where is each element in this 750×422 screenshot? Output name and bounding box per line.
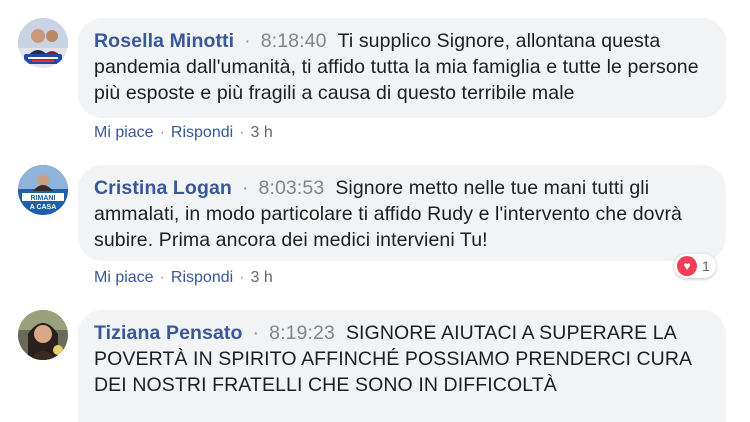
comment-age[interactable]: 3 h xyxy=(251,269,273,286)
top-edge xyxy=(0,0,750,6)
comment-age[interactable]: 3 h xyxy=(251,124,273,141)
reaction-count: 1 xyxy=(702,258,710,274)
comment-author[interactable]: Rosella Minotti xyxy=(94,30,234,52)
avatar-caption: A CASA xyxy=(30,204,57,211)
separator: · xyxy=(252,322,260,344)
heart-icon: ♥ xyxy=(677,256,697,276)
separator: · xyxy=(159,124,165,141)
comment-author[interactable]: Tiziana Pensato xyxy=(94,322,243,344)
separator: · xyxy=(239,124,245,141)
comment-bubble: Cristina Logan · 8:03:53 Signore metto nel… xyxy=(78,165,726,261)
separator: · xyxy=(244,30,251,52)
comment-time: 8:03:53 xyxy=(258,177,325,199)
comment-actions: Mi piace · Rispondi · 3 h xyxy=(94,124,273,142)
comment-actions: Mi piace · Rispondi · 3 h xyxy=(94,269,273,287)
comment-bubble: Rosella Minotti · 8:18:40 Ti supplico Sign… xyxy=(78,18,726,118)
comment-author[interactable]: Cristina Logan xyxy=(94,177,232,199)
comment-time: 8:19:23 xyxy=(269,322,335,344)
comment-time: 8:18:40 xyxy=(260,30,327,52)
reaction-summary[interactable]: ♥ 1 xyxy=(674,254,716,278)
reply-link[interactable]: Rispondi xyxy=(171,124,233,141)
comment-bubble: Tiziana Pensato · 8:19:23 SIGNORE AIUTACI … xyxy=(78,310,726,422)
separator: · xyxy=(241,177,249,199)
reply-link[interactable]: Rispondi xyxy=(171,269,233,286)
avatar[interactable]: RIMANI A CASA xyxy=(18,165,68,215)
avatar[interactable] xyxy=(18,310,68,360)
avatar[interactable] xyxy=(18,18,68,68)
separator: · xyxy=(159,269,165,286)
avatar-caption: RIMANI xyxy=(31,195,56,202)
separator: · xyxy=(239,269,245,286)
like-link[interactable]: Mi piace xyxy=(94,269,154,286)
like-link[interactable]: Mi piace xyxy=(94,124,154,141)
